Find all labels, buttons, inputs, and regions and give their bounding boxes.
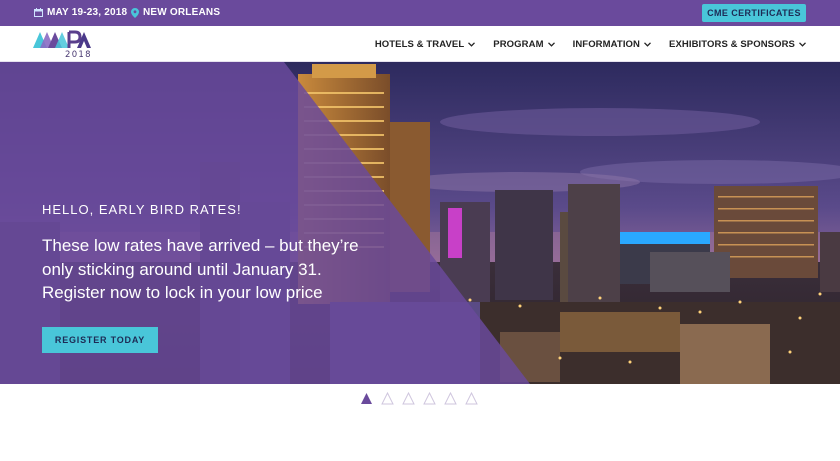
slide-indicator[interactable] bbox=[402, 392, 415, 405]
register-today-button[interactable]: REGISTER TODAY bbox=[42, 327, 158, 353]
slide-indicator[interactable] bbox=[381, 392, 394, 405]
nav-menu: HOTELS & TRAVEL PROGRAM INFORMATION EXHI… bbox=[375, 26, 806, 62]
calendar-icon bbox=[34, 8, 43, 17]
nav-item-label: PROGRAM bbox=[493, 38, 544, 50]
nav-item-exhibitors-sponsors[interactable]: EXHIBITORS & SPONSORS bbox=[669, 39, 806, 50]
aapa-logo[interactable]: 2018 bbox=[33, 30, 93, 60]
hero-kicker: HELLO, EARLY BIRD RATES! bbox=[42, 202, 242, 217]
nav-item-program[interactable]: PROGRAM bbox=[493, 38, 555, 50]
slide-indicator[interactable] bbox=[423, 392, 436, 405]
slide-indicator[interactable] bbox=[465, 392, 478, 405]
hero-kicker-text: HELLO, EARLY BIRD RATES! bbox=[42, 202, 242, 217]
top-bar: MAY 19-23, 2018 NEW ORLEANS CME CERTIFIC… bbox=[0, 0, 840, 26]
event-location-text: NEW ORLEANS bbox=[143, 7, 221, 18]
aapa-logo-mark bbox=[33, 30, 91, 48]
main-nav: 2018 HOTELS & TRAVEL PROGRAM INFORMATION… bbox=[0, 26, 840, 62]
logo-year: 2018 bbox=[65, 50, 92, 60]
slide-indicator[interactable] bbox=[444, 392, 457, 405]
chevron-down-icon bbox=[799, 41, 806, 47]
slider-dots bbox=[360, 392, 478, 405]
map-pin-icon bbox=[131, 7, 139, 18]
event-date-text: MAY 19-23, 2018 bbox=[47, 7, 128, 18]
chevron-down-icon bbox=[547, 41, 555, 47]
nav-item-label: HOTELS & TRAVEL bbox=[374, 38, 465, 50]
nav-item-label: INFORMATION bbox=[572, 38, 641, 50]
cme-certificates-button[interactable]: CME CERTIFICATES bbox=[702, 4, 806, 22]
nav-item-hotels-travel[interactable]: HOTELS & TRAVEL bbox=[374, 38, 476, 50]
chevron-down-icon bbox=[644, 41, 651, 47]
nav-item-label: EXHIBITORS & SPONSORS bbox=[669, 38, 795, 50]
hero-banner: HELLO, EARLY BIRD RATES! These low rates… bbox=[0, 62, 840, 384]
nav-item-information[interactable]: INFORMATION bbox=[573, 39, 651, 50]
slide-indicator-active[interactable] bbox=[360, 392, 373, 405]
chevron-down-icon bbox=[468, 41, 476, 47]
event-location: NEW ORLEANS bbox=[131, 7, 220, 18]
event-date: MAY 19-23, 2018 bbox=[34, 7, 127, 18]
hero-headline: These low rates have arrived – but they’… bbox=[42, 236, 359, 302]
